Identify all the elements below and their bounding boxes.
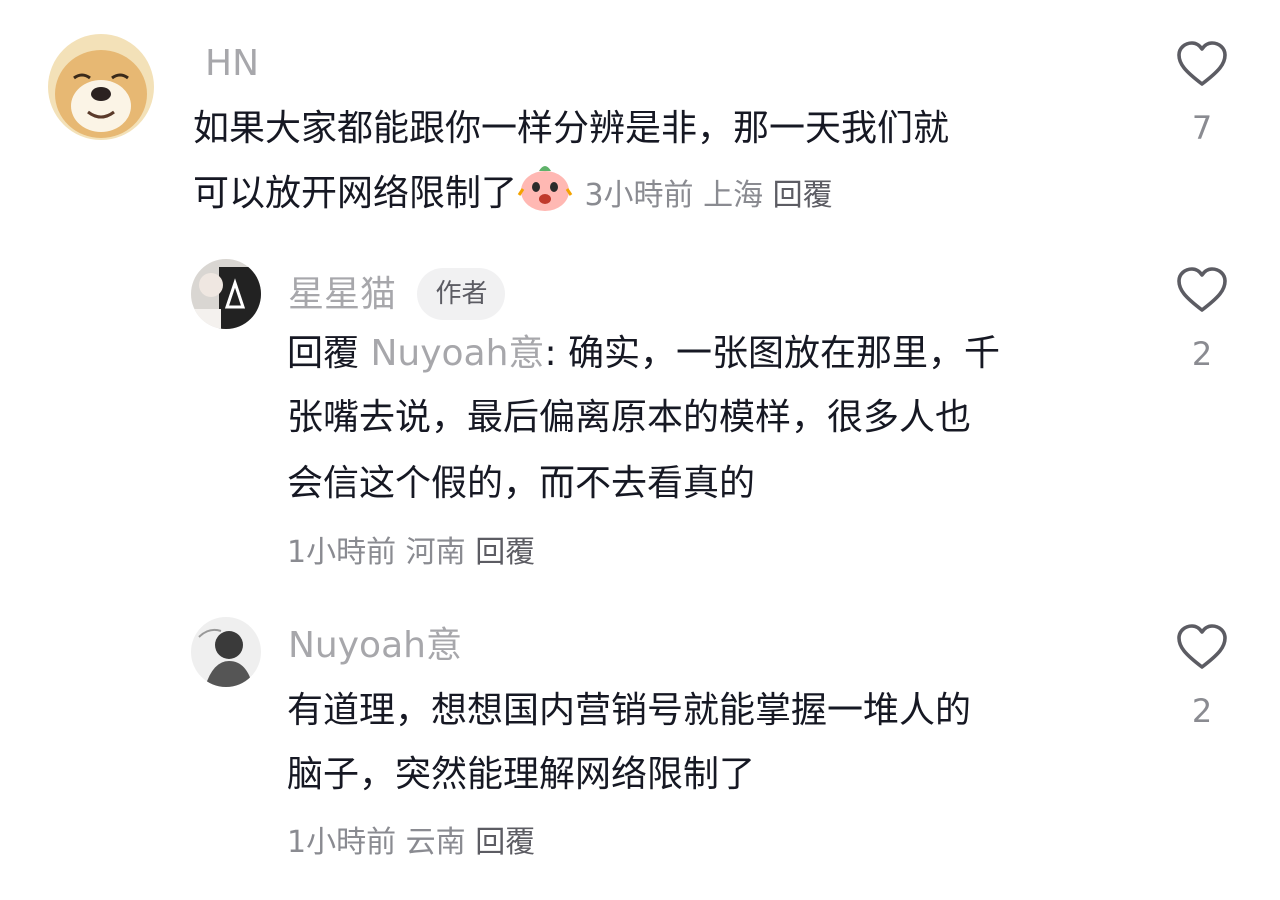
comment-text-line-with-meta: 可以放开网络限制了 3小時前 上海 回覆	[193, 161, 833, 234]
comment-text-line: 张嘴去说，最后偏离原本的模样，很多人也	[287, 397, 972, 438]
comment-text-line: 回覆 Nuyoah意: 确实，一张图放在那里，千	[287, 322, 1000, 386]
comment-text-line: 有道理，想想国内营销号就能掌握一堆人的	[287, 690, 972, 731]
comment-text-line: 脑子，突然能理解网络限制了	[287, 754, 756, 795]
comment-text: : 确实，一张图放在那里，千	[544, 333, 1001, 374]
reply-button[interactable]: 回覆	[475, 825, 535, 860]
comment-time: 1小時前	[287, 825, 397, 860]
heart-outline-icon	[1177, 267, 1227, 312]
avatar-hn[interactable]	[48, 34, 154, 140]
like-count: 2	[1191, 692, 1213, 730]
like-button[interactable]: 2	[1175, 623, 1229, 731]
reply-button[interactable]: 回覆	[773, 178, 833, 213]
comment-time: 1小時前	[287, 535, 397, 570]
comment-time: 3小時前	[584, 178, 694, 213]
author-badge: 作者	[417, 268, 506, 320]
comment-meta: 1小時前 河南 回覆	[287, 533, 535, 573]
comment-meta: 1小時前 云南 回覆	[287, 823, 535, 863]
avatar-xingxingmao[interactable]	[191, 259, 261, 329]
like-button[interactable]: 2	[1175, 266, 1229, 374]
comment-text-line: 如果大家都能跟你一样分辨是非，那一天我们就	[193, 108, 950, 149]
reply-button[interactable]: 回覆	[475, 535, 535, 570]
crying-face-sticker-icon	[517, 161, 573, 234]
comment-username[interactable]: HN	[205, 44, 259, 84]
username-text[interactable]: 星星猫	[288, 274, 396, 315]
comment-location: 上海	[703, 178, 764, 213]
comment-location: 云南	[405, 825, 466, 860]
comment-text: 可以放开网络限制了	[193, 173, 518, 214]
shiba-avatar-icon	[48, 34, 154, 140]
comment-username[interactable]: Nuyoah意	[288, 626, 462, 666]
like-button[interactable]: 7	[1175, 40, 1229, 148]
comment-text-line: 会信这个假的，而不去看真的	[287, 463, 756, 504]
like-count: 2	[1191, 335, 1213, 373]
heart-outline-icon	[1177, 624, 1227, 669]
mention-link[interactable]: Nuyoah意	[370, 333, 544, 374]
comment-location: 河南	[405, 535, 466, 570]
avatar-nuyoah[interactable]	[191, 617, 261, 687]
reply-prefix: 回覆	[287, 333, 360, 374]
sketch-avatar-icon	[191, 617, 261, 687]
heart-outline-icon	[1177, 41, 1227, 86]
like-count: 7	[1191, 109, 1213, 147]
comment-meta: 3小時前 上海 回覆	[584, 178, 832, 213]
photo-avatar-icon	[191, 259, 261, 329]
comment-username: 星星猫 作者	[288, 268, 506, 320]
